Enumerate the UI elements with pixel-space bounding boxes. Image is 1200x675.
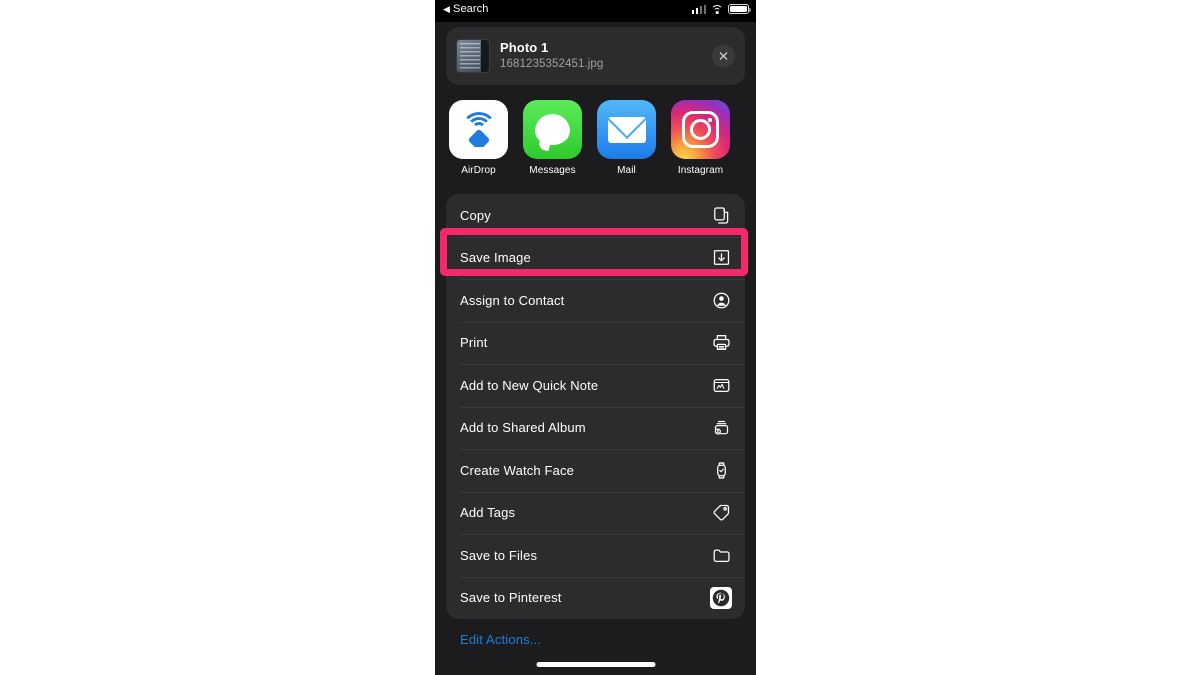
phone-screen: ◀ Search Photo 1 1681235352451.jpg AirDr…: [435, 0, 756, 675]
action-create-watch-face[interactable]: Create Watch Face: [446, 449, 745, 492]
shared-file-card[interactable]: Photo 1 1681235352451.jpg: [446, 27, 745, 85]
instagram-icon: [671, 100, 730, 159]
share-target-mail[interactable]: Mail: [597, 100, 656, 176]
file-title: Photo 1: [500, 40, 549, 55]
app-label: Instagram: [677, 165, 724, 176]
action-copy[interactable]: Copy: [446, 194, 745, 237]
page-root: ◀ Search Photo 1 1681235352451.jpg AirDr…: [0, 0, 1200, 675]
share-target-messages[interactable]: Messages: [523, 100, 582, 176]
action-print[interactable]: Print: [446, 321, 745, 365]
action-save-to-files[interactable]: Save to Files: [446, 534, 745, 577]
back-to-search-link[interactable]: ◀ Search: [443, 3, 488, 15]
action-label: Add to Shared Album: [460, 420, 586, 436]
action-label: Save Image: [460, 250, 531, 266]
contact-icon: [710, 289, 732, 311]
action-save-image[interactable]: Save Image: [446, 236, 745, 280]
share-sheet: Photo 1 1681235352451.jpg AirDrop Messag…: [435, 27, 756, 647]
action-add-to-new-quick-note[interactable]: Add to New Quick Note: [446, 364, 745, 407]
status-indicators: [691, 1, 751, 14]
back-caret-icon: ◀: [443, 3, 451, 14]
printer-icon: [710, 332, 732, 354]
action-save-to-pinterest[interactable]: Save to Pinterest: [446, 576, 745, 620]
home-indicator[interactable]: [536, 662, 655, 667]
action-label: Print: [460, 335, 488, 351]
cellular-signal-icon: [691, 5, 706, 14]
shared-album-icon: [710, 417, 732, 439]
close-button[interactable]: [712, 44, 735, 68]
mail-icon: [597, 100, 656, 159]
tag-icon: [710, 502, 732, 524]
action-add-to-shared-album[interactable]: Add to Shared Album: [446, 406, 745, 450]
folder-icon: [710, 544, 732, 566]
file-meta: Photo 1 1681235352451.jpg: [500, 40, 603, 72]
action-label: Copy: [460, 207, 491, 223]
action-assign-to-contact[interactable]: Assign to Contact: [446, 279, 745, 322]
photo-thumbnail: [457, 40, 489, 72]
app-share-row: AirDrop Messages Mail Instagram Z: [446, 100, 745, 176]
quick-note-icon: [710, 374, 732, 396]
app-label: Messages: [529, 165, 576, 176]
battery-icon: [728, 4, 751, 14]
action-label: Assign to Contact: [460, 292, 565, 308]
action-list: Copy Save Image Assign to Contact Print …: [446, 194, 745, 619]
action-label: Save to Files: [460, 547, 538, 563]
file-name: 1681235352451.jpg: [500, 58, 604, 70]
action-label: Create Watch Face: [460, 462, 575, 478]
app-label: Mail: [617, 165, 636, 176]
app-label: AirDrop: [461, 165, 496, 176]
close-icon: [719, 52, 728, 60]
edit-actions-link[interactable]: Edit Actions...: [446, 619, 745, 647]
action-label: Save to Pinterest: [460, 590, 562, 606]
share-target-instagram[interactable]: Instagram: [671, 100, 730, 176]
save-image-icon: [710, 247, 732, 269]
share-target-airdrop[interactable]: AirDrop: [449, 100, 508, 176]
pinterest-icon: [710, 586, 732, 609]
wifi-icon: [711, 5, 723, 14]
messages-icon: [523, 100, 582, 159]
back-label: Search: [453, 3, 489, 15]
watch-icon: [710, 459, 732, 481]
action-label: Add Tags: [460, 505, 516, 521]
action-label: Add to New Quick Note: [460, 377, 599, 393]
action-add-tags[interactable]: Add Tags: [446, 491, 745, 535]
status-bar: ◀ Search: [435, 0, 756, 22]
airdrop-icon: [449, 100, 508, 159]
copy-icon: [710, 204, 732, 226]
